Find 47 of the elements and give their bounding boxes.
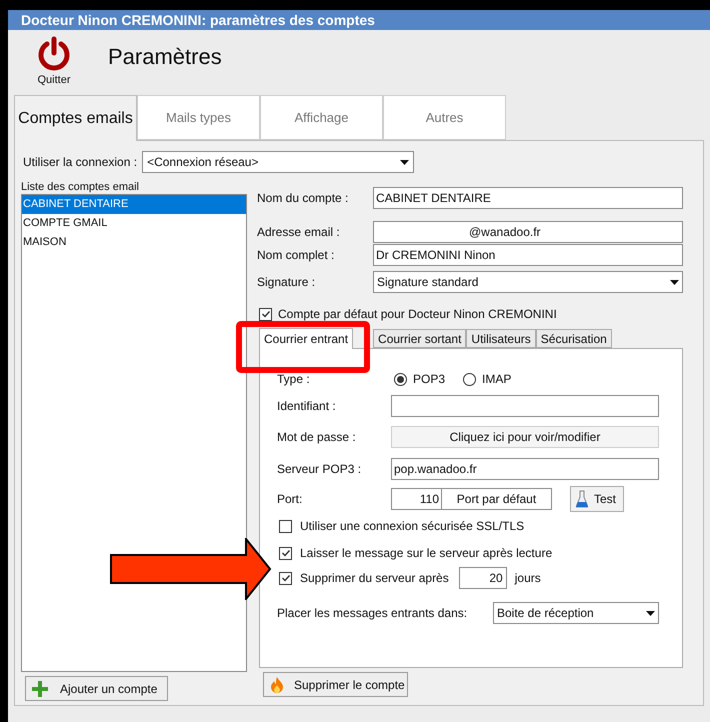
radio-label: IMAP [482,371,512,388]
checkbox-label: Laisser le message sur le serveur après lecture [300,545,552,562]
checkbox-label: Supprimer du serveur après [300,570,449,587]
text-field[interactable]: CABINET DENTAIRE [373,187,683,209]
tab[interactable]: Utilisateurs [466,329,536,348]
server-label: Serveur POP3 : [277,461,362,478]
type-label: Type : [277,371,311,388]
add-account-button[interactable]: Ajouter un compte [25,676,168,701]
checkbox-label: Utiliser une connexion sécurisée SSL/TLS [300,518,524,535]
server-field[interactable]: pop.wanadoo.fr [391,458,659,480]
account-item[interactable]: CABINET DENTAIRE [22,195,246,214]
destination-label: Placer les messages entrants dans: [277,605,468,622]
connection-dropdown[interactable]: <Connexion réseau> [142,151,414,173]
checkbox-label: Compte par défaut pour Docteur Ninon CREMONINI [278,306,557,323]
text-field[interactable]: Dr CREMONINI Ninon [373,244,683,266]
days-unit: jours [514,570,541,587]
connection-label: Utiliser la connexion : [23,154,138,171]
port-label: Port: [277,490,304,508]
tab[interactable]: Affichage [260,95,383,140]
tab[interactable]: Comptes emails [14,95,137,141]
page-title: Paramètres [108,43,222,71]
test-button[interactable]: Test [570,486,624,512]
destination-dropdown[interactable]: Boite de réception [493,602,659,624]
field-label: Nom du compte : [257,190,350,207]
field-label: Adresse email : [257,224,341,241]
password-button[interactable]: Cliquez ici pour voir/modifier [391,426,659,448]
tab[interactable]: Courrier entrant [259,328,354,349]
field-label: Nom complet : [257,247,336,264]
delete-account-button[interactable]: Supprimer le compte [263,672,408,697]
account-item[interactable]: MAISON [22,233,246,252]
account-item[interactable]: COMPTE GMAIL [22,214,246,233]
default-port-button[interactable]: Port par défaut [442,488,552,510]
tab[interactable]: Sécurisation [536,329,612,348]
tab[interactable]: Autres [383,95,506,140]
port-field[interactable]: 110 [391,488,442,510]
signature-dropdown[interactable]: Signature standard [373,271,683,293]
field-label: Signature : [257,274,316,291]
password-label: Mot de passe : [277,429,357,446]
login-label: Identifiant : [277,398,337,415]
window-title: Docteur Ninon CREMONINI: paramètres des comptes [8,10,710,30]
text-field[interactable]: @wanadoo.fr [373,221,683,243]
days-field[interactable]: 20 [458,567,507,589]
tab[interactable]: Mails types [137,95,260,140]
radio-label: POP3 [413,371,446,388]
tab[interactable]: Courrier sortant [373,329,466,348]
quit-button[interactable]: Quitter [24,36,84,89]
accounts-label: Liste des comptes email [21,181,140,194]
